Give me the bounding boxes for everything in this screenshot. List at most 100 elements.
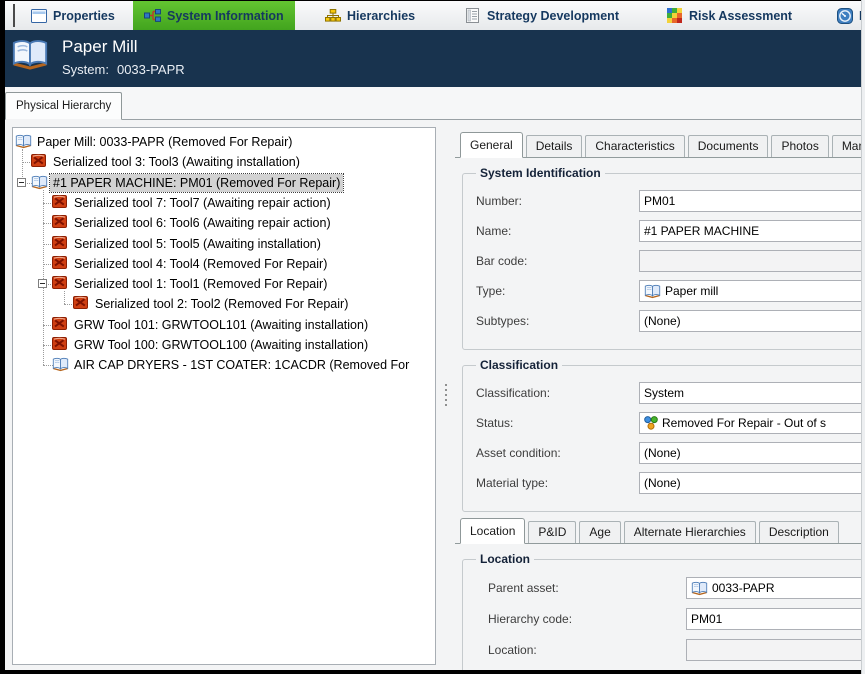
tree-item[interactable]: Serialized tool 5: Tool5 (Awaiting insta…	[13, 234, 435, 254]
field-row: Subtypes: (None)	[476, 310, 865, 332]
tree-item[interactable]: AIR CAP DRYERS - 1ST COATER: 1CACDR (Rem…	[13, 355, 435, 375]
type-value: Paper mill	[665, 284, 719, 298]
tree-item[interactable]: Serialized tool 7: Tool7 (Awaiting repai…	[13, 193, 435, 213]
hierarchy-code-value: PM01	[691, 612, 723, 626]
subtab-description[interactable]: Description	[758, 521, 839, 543]
tree-item[interactable]: Serialized tool 4: Tool4 (Removed For Re…	[13, 254, 435, 274]
splitter-grip-icon	[444, 384, 447, 406]
asset-condition-value: (None)	[644, 446, 681, 460]
tab-physical-hierarchy[interactable]: Physical Hierarchy	[5, 92, 123, 120]
asset-condition-label: Asset condition:	[476, 446, 561, 460]
material-type-field[interactable]: (None)	[639, 472, 865, 494]
system-info-icon	[144, 8, 161, 24]
app-window: Properties System Information Hierarchies S…	[0, 0, 865, 674]
field-row: Asset condition: (None)	[476, 442, 865, 464]
toolbar-item-label: Hierarchies	[347, 8, 416, 23]
hierarchy-code-label: Hierarchy code:	[488, 612, 573, 626]
field-row: Classification: System	[476, 382, 865, 404]
tab-documents[interactable]: Documents	[687, 135, 769, 157]
toolbar-separator	[13, 4, 15, 27]
toolbar-item-in[interactable]: In	[825, 1, 865, 30]
tool-icon	[52, 337, 69, 352]
status-field[interactable]: Removed For Repair - Out of s	[639, 412, 865, 434]
tree-item[interactable]: Serialized tool 2: Tool2 (Removed For Re…	[13, 294, 435, 314]
subtypes-label: Subtypes:	[476, 314, 530, 328]
group-system-identification: System Identification Number: PM01 Name: #1…	[462, 166, 865, 350]
subtab-p-id[interactable]: P&ID	[528, 521, 577, 543]
toolbar-item-hierarchies[interactable]: Hierarchies	[313, 1, 426, 30]
tree-item-label: Serialized tool 6: Tool6 (Awaiting repai…	[74, 216, 331, 231]
tree-item-label: GRW Tool 101: GRWTOOL101 (Awaiting insta…	[74, 317, 369, 332]
tool-icon	[73, 296, 90, 311]
group-location: Location Parent asset: 0033-PAPR Hierarchy…	[462, 552, 865, 670]
material-type-value: (None)	[644, 476, 681, 490]
page-title: Paper Mill	[62, 37, 138, 56]
number-label: Number:	[476, 194, 523, 208]
strategy-icon	[464, 8, 481, 24]
tree-item[interactable]: Serialized tool 3: Tool3 (Awaiting insta…	[13, 152, 435, 172]
status-value: Removed For Repair - Out of s	[662, 416, 827, 430]
tab-photos[interactable]: Photos	[771, 135, 829, 157]
toolbar-item-strategy-development[interactable]: Strategy Development	[453, 1, 630, 30]
tree-item[interactable]: GRW Tool 101: GRWTOOL101 (Awaiting insta…	[13, 315, 435, 335]
tab-characteristics[interactable]: Characteristics	[585, 135, 685, 157]
number-field[interactable]: PM01	[639, 190, 865, 212]
collapse-toggle-icon[interactable]	[17, 177, 26, 187]
asset-condition-field[interactable]: (None)	[639, 442, 865, 464]
toolbar-item-system-information[interactable]: System Information	[133, 1, 295, 30]
toolbar-item-properties[interactable]: Properties	[19, 1, 126, 30]
tool-icon	[52, 316, 69, 332]
app-content: Properties System Information Hierarchies S…	[5, 1, 865, 670]
subtitle-label: System:	[62, 62, 109, 77]
type-label: Type:	[476, 284, 506, 298]
tree-item-label: #1 PAPER MACHINE: PM01 (Removed For Repa…	[48, 172, 345, 193]
bar-code-field[interactable]	[639, 250, 865, 272]
tree-item[interactable]: GRW Tool 100: GRWTOOL100 (Awaiting insta…	[13, 335, 435, 355]
toolbar-item-risk-assessment[interactable]: Risk Assessment	[655, 1, 803, 30]
bar-code-label: Bar code:	[476, 254, 528, 268]
classification-label: Classification:	[476, 386, 551, 400]
name-field[interactable]: #1 PAPER MACHINE	[639, 220, 865, 242]
tab-details[interactable]: Details	[525, 135, 583, 157]
window-icon	[30, 8, 47, 24]
tree-item[interactable]: Paper Mill: 0033-PAPR (Removed For Repai…	[13, 132, 435, 152]
group-title: Classification	[480, 358, 559, 372]
name-label: Name:	[476, 224, 512, 238]
tree-item[interactable]: #1 PAPER MACHINE: PM01 (Removed For Repa…	[13, 172, 435, 193]
panel-splitter[interactable]	[438, 120, 453, 670]
subtab-location[interactable]: Location	[460, 518, 526, 544]
number-value: PM01	[644, 194, 676, 208]
subtab-alternate-hierarchies[interactable]: Alternate Hierarchies	[623, 521, 756, 543]
book-icon	[644, 284, 661, 299]
risk-icon	[666, 8, 683, 24]
location-field[interactable]	[686, 639, 865, 661]
tree-item-label: Serialized tool 7: Tool7 (Awaiting repai…	[74, 195, 331, 210]
field-row: Number: PM01	[476, 190, 865, 212]
toolbar-item-label: Risk Assessment	[689, 8, 793, 23]
parent-asset-field[interactable]: 0033-PAPR	[686, 577, 865, 599]
tab-general[interactable]: General	[460, 132, 523, 158]
classification-field[interactable]: System	[639, 382, 865, 404]
group-classification: Classification Classification: System Stat…	[462, 358, 865, 512]
tree-item[interactable]: Serialized tool 1: Tool1 (Removed For Re…	[13, 274, 435, 294]
toolbar-item-label: Properties	[53, 8, 115, 23]
field-row: Material type: (None)	[476, 472, 865, 494]
parent-asset-value: 0033-PAPR	[712, 581, 775, 595]
field-row: Type: Paper mill	[476, 280, 865, 302]
window-edge	[861, 0, 865, 674]
parent-asset-label: Parent asset:	[488, 581, 559, 595]
group-title: Location	[480, 552, 530, 566]
subtypes-field[interactable]: (None)	[639, 310, 865, 332]
hierarchy-code-field[interactable]: PM01	[686, 608, 865, 630]
tree-item[interactable]: Serialized tool 6: Tool6 (Awaiting repai…	[13, 213, 435, 233]
book-icon	[52, 357, 69, 372]
book-icon	[15, 134, 32, 149]
hierarchy-tabstrip: Physical Hierarchy	[5, 87, 865, 120]
toolbar-item-label: Strategy Development	[487, 8, 619, 23]
type-field[interactable]: Paper mill	[639, 280, 865, 302]
collapse-toggle-icon[interactable]	[38, 279, 47, 289]
field-row: Parent asset: 0033-PAPR	[476, 577, 865, 599]
tree-item-label: GRW Tool 100: GRWTOOL100 (Awaiting insta…	[74, 338, 369, 352]
subtab-age[interactable]: Age	[579, 521, 621, 543]
field-row: Name: #1 PAPER MACHINE	[476, 220, 865, 242]
